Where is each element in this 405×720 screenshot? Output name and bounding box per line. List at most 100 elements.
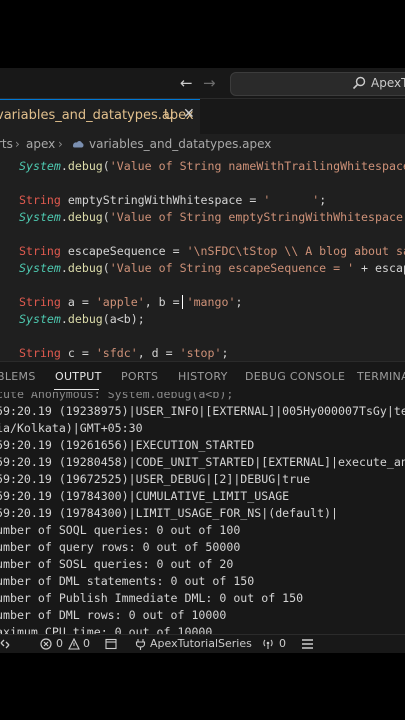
code-token: ;: [319, 193, 327, 207]
output-line: 59:20.19 (19672525)|USER_DEBUG|[2]|DEBUG…: [0, 472, 311, 486]
breadcrumb-item[interactable]: apex: [26, 137, 55, 151]
code-token: String: [19, 346, 61, 360]
code-line[interactable]: String c = 'sfdc', d = 'stop';: [19, 345, 228, 361]
plug-icon[interactable]: [135, 638, 146, 650]
output-line: 59:20.19 (19261656)|EXECUTION_STARTED: [0, 438, 255, 452]
output-log[interactable]: cute Anonymous: System.debug(a<b); 59:20.…: [0, 392, 405, 635]
code-line[interactable]: String emptyStringWithWhitespace = ' ';: [19, 192, 326, 209]
breadcrumb: rts › apex › variables_and_datatypes.ape…: [0, 134, 405, 156]
search-text: ApexTutorialSeries: [371, 76, 405, 90]
remote-icon[interactable]: [0, 639, 10, 649]
code-token: (: [102, 159, 110, 173]
code-token: b: [158, 295, 166, 309]
tab-ports[interactable]: PORTS: [121, 370, 158, 383]
close-icon[interactable]: ✕: [183, 106, 195, 122]
code-line[interactable]: String a = 'apple', b = 'mango';: [19, 294, 242, 311]
code-line[interactable]: System.debug('Value of String nameWithTr…: [19, 158, 405, 175]
code-line[interactable]: System.debug('Value of String escapeSequ…: [19, 260, 405, 277]
code-line[interactable]: String escapeSequence = '\nSFDC\tStop \\…: [19, 243, 405, 260]
code-token: a: [109, 312, 117, 326]
code-token: ,: [144, 295, 159, 309]
code-token: .: [60, 210, 68, 224]
code-token: );: [130, 312, 145, 326]
output-line: 59:20.19 (19280458)|CODE_UNIT_STARTED|[E…: [0, 455, 405, 469]
window-icon[interactable]: [105, 638, 117, 650]
code-token: debug: [67, 159, 103, 173]
output-line: umber of SOSL queries: 0 out of 20: [0, 557, 234, 571]
code-token: =: [158, 346, 180, 360]
code-token: <: [116, 312, 124, 326]
code-token: b: [123, 312, 131, 326]
code-token: String: [19, 193, 61, 207]
code-token: String: [19, 244, 61, 258]
active-tab-indicator: [54, 389, 99, 390]
search-icon: [352, 76, 366, 90]
breadcrumb-item[interactable]: variables_and_datatypes.apex: [89, 137, 271, 151]
tab-debug-console[interactable]: DEBUG CONSOLE: [245, 370, 345, 383]
output-line: cute Anonymous: System.debug(a<b);: [0, 392, 234, 401]
code-token: debug: [67, 312, 103, 326]
panel-tabs: BLEMS OUTPUT PORTS HISTORY DEBUG CONSOLE…: [0, 362, 405, 392]
code-token: (: [102, 210, 110, 224]
code-token: ;: [235, 295, 243, 309]
code-token: escapeSequence: [67, 244, 166, 258]
code-token: '\nSFDC\tStop \\ A blog about sal: [186, 244, 405, 258]
code-token: 'apple': [95, 295, 145, 309]
output-line: 59:20.19 (19238975)|USER_INFO|[EXTERNAL]…: [0, 404, 405, 418]
forward-arrow-icon[interactable]: →: [203, 74, 216, 92]
code-token: System: [19, 210, 61, 224]
menu-icon[interactable]: [302, 639, 313, 649]
warning-icon[interactable]: [68, 638, 80, 650]
code-token: ;: [221, 346, 229, 360]
output-line: ia/Kolkata)|GMT+05:30: [0, 421, 143, 435]
back-arrow-icon[interactable]: ←: [180, 74, 193, 92]
code-line[interactable]: System.debug('Value of String emptyStrin…: [19, 209, 405, 226]
error-icon[interactable]: [40, 638, 52, 650]
warning-count[interactable]: 0: [83, 637, 90, 650]
bottom-panel: BLEMS OUTPUT PORTS HISTORY DEBUG CONSOLE…: [0, 361, 405, 635]
code-editor[interactable]: System.debug('Value of String nameWithTr…: [0, 156, 405, 361]
code-token: ' ': [263, 193, 320, 207]
org-alias[interactable]: ApexTutorialSeries: [150, 637, 252, 650]
text-cursor: [182, 295, 188, 309]
output-line: umber of DML rows: 0 out of 10000: [0, 608, 227, 622]
error-count[interactable]: 0: [56, 637, 63, 650]
code-token: + escape: [361, 261, 405, 275]
code-token: a: [67, 295, 75, 309]
code-token: debug: [67, 210, 103, 224]
output-line: umber of SOQL queries: 0 out of 100: [0, 523, 241, 537]
code-token: .: [60, 159, 68, 173]
code-token: =: [242, 193, 264, 207]
code-token: ,: [137, 346, 152, 360]
command-center-search[interactable]: ApexTutorialSeries: [230, 72, 405, 96]
tab-output[interactable]: OUTPUT: [55, 370, 102, 383]
tab-problems[interactable]: BLEMS: [0, 370, 36, 383]
tab-terminal[interactable]: TERMINAL: [357, 370, 405, 383]
chevron-right-icon: ›: [58, 137, 63, 151]
code-line[interactable]: System.debug(a<b);: [19, 311, 145, 328]
code-token: 'Value of String nameWithTrailingWhitesp…: [109, 159, 405, 173]
tab-variables-and-datatypes[interactable]: variables_and_datatypes.apex U ✕: [0, 99, 200, 134]
code-token: debug: [67, 261, 103, 275]
tab-history[interactable]: HISTORY: [178, 370, 228, 383]
code-token: 'sfdc': [95, 346, 138, 360]
code-token: .: [60, 261, 68, 275]
code-token: 'Value of String emptyStringWithWhitespa…: [109, 210, 405, 224]
apex-file-icon: [73, 141, 84, 148]
code-token: System: [19, 312, 61, 326]
broadcast-icon[interactable]: [262, 638, 274, 650]
code-token: (: [102, 312, 110, 326]
ports-count[interactable]: 0: [279, 637, 286, 650]
code-token: 'mango': [186, 295, 236, 309]
chevron-right-icon: ›: [15, 137, 20, 151]
breadcrumb-item[interactable]: rts: [0, 137, 13, 151]
vscode-window: ← → ApexTutorialSeries variables_and_dat…: [0, 68, 405, 653]
code-token: d: [151, 346, 159, 360]
untracked-badge: U: [164, 108, 174, 123]
output-line: 59:20.19 (19784300)|CUMULATIVE_LIMIT_USA…: [0, 489, 290, 503]
code-token: c: [67, 346, 75, 360]
